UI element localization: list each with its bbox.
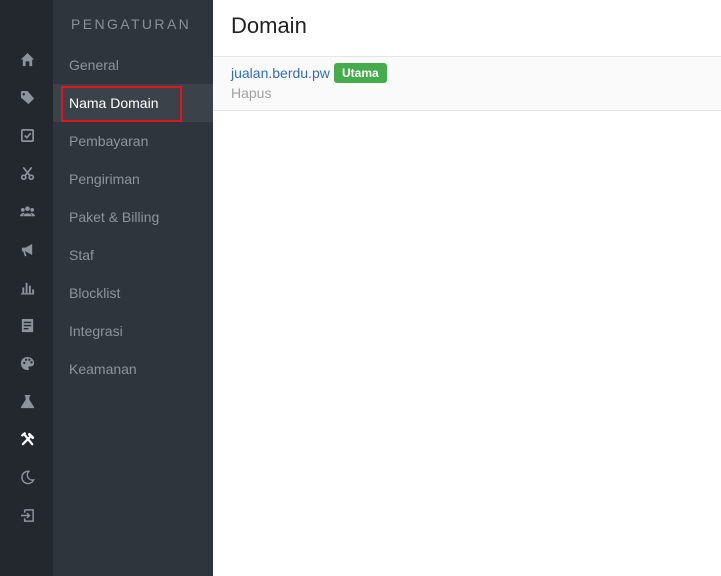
palette-icon[interactable] bbox=[17, 353, 37, 373]
megaphone-icon[interactable] bbox=[17, 239, 37, 259]
checkbox-icon[interactable] bbox=[17, 125, 37, 145]
moon-icon[interactable] bbox=[17, 467, 37, 487]
logout-icon[interactable] bbox=[17, 505, 37, 525]
subnav-item-pembayaran[interactable]: Pembayaran bbox=[53, 122, 213, 160]
subnav-item-keamanan[interactable]: Keamanan bbox=[53, 350, 213, 388]
subnav-item-paket-billing[interactable]: Paket & Billing bbox=[53, 198, 213, 236]
tools-icon[interactable] bbox=[17, 429, 37, 449]
document-icon[interactable] bbox=[17, 315, 37, 335]
domain-link[interactable]: jualan.berdu.pw bbox=[231, 65, 330, 81]
domain-row: jualan.berdu.pw Utama Hapus bbox=[213, 56, 721, 111]
flask-icon[interactable] bbox=[17, 391, 37, 411]
icon-rail bbox=[0, 0, 53, 576]
settings-subnav: PENGATURAN General Nama Domain Pembayara… bbox=[53, 0, 213, 576]
tag-icon[interactable] bbox=[17, 87, 37, 107]
users-icon[interactable] bbox=[17, 201, 37, 221]
subnav-item-staf[interactable]: Staf bbox=[53, 236, 213, 274]
subnav-item-nama-domain[interactable]: Nama Domain bbox=[53, 84, 213, 122]
page-title: Domain bbox=[231, 13, 307, 38]
main-content: Domain jualan.berdu.pw Utama Hapus bbox=[213, 0, 721, 576]
delete-domain-link[interactable]: Hapus bbox=[231, 85, 271, 101]
subnav-item-pengiriman[interactable]: Pengiriman bbox=[53, 160, 213, 198]
subnav-heading: PENGATURAN bbox=[71, 16, 192, 32]
subnav-item-general[interactable]: General bbox=[53, 46, 213, 84]
primary-badge: Utama bbox=[334, 63, 387, 83]
home-icon[interactable] bbox=[17, 49, 37, 69]
bar-chart-icon[interactable] bbox=[17, 277, 37, 297]
scissors-icon[interactable] bbox=[17, 163, 37, 183]
subnav-item-integrasi[interactable]: Integrasi bbox=[53, 312, 213, 350]
subnav-item-blocklist[interactable]: Blocklist bbox=[53, 274, 213, 312]
